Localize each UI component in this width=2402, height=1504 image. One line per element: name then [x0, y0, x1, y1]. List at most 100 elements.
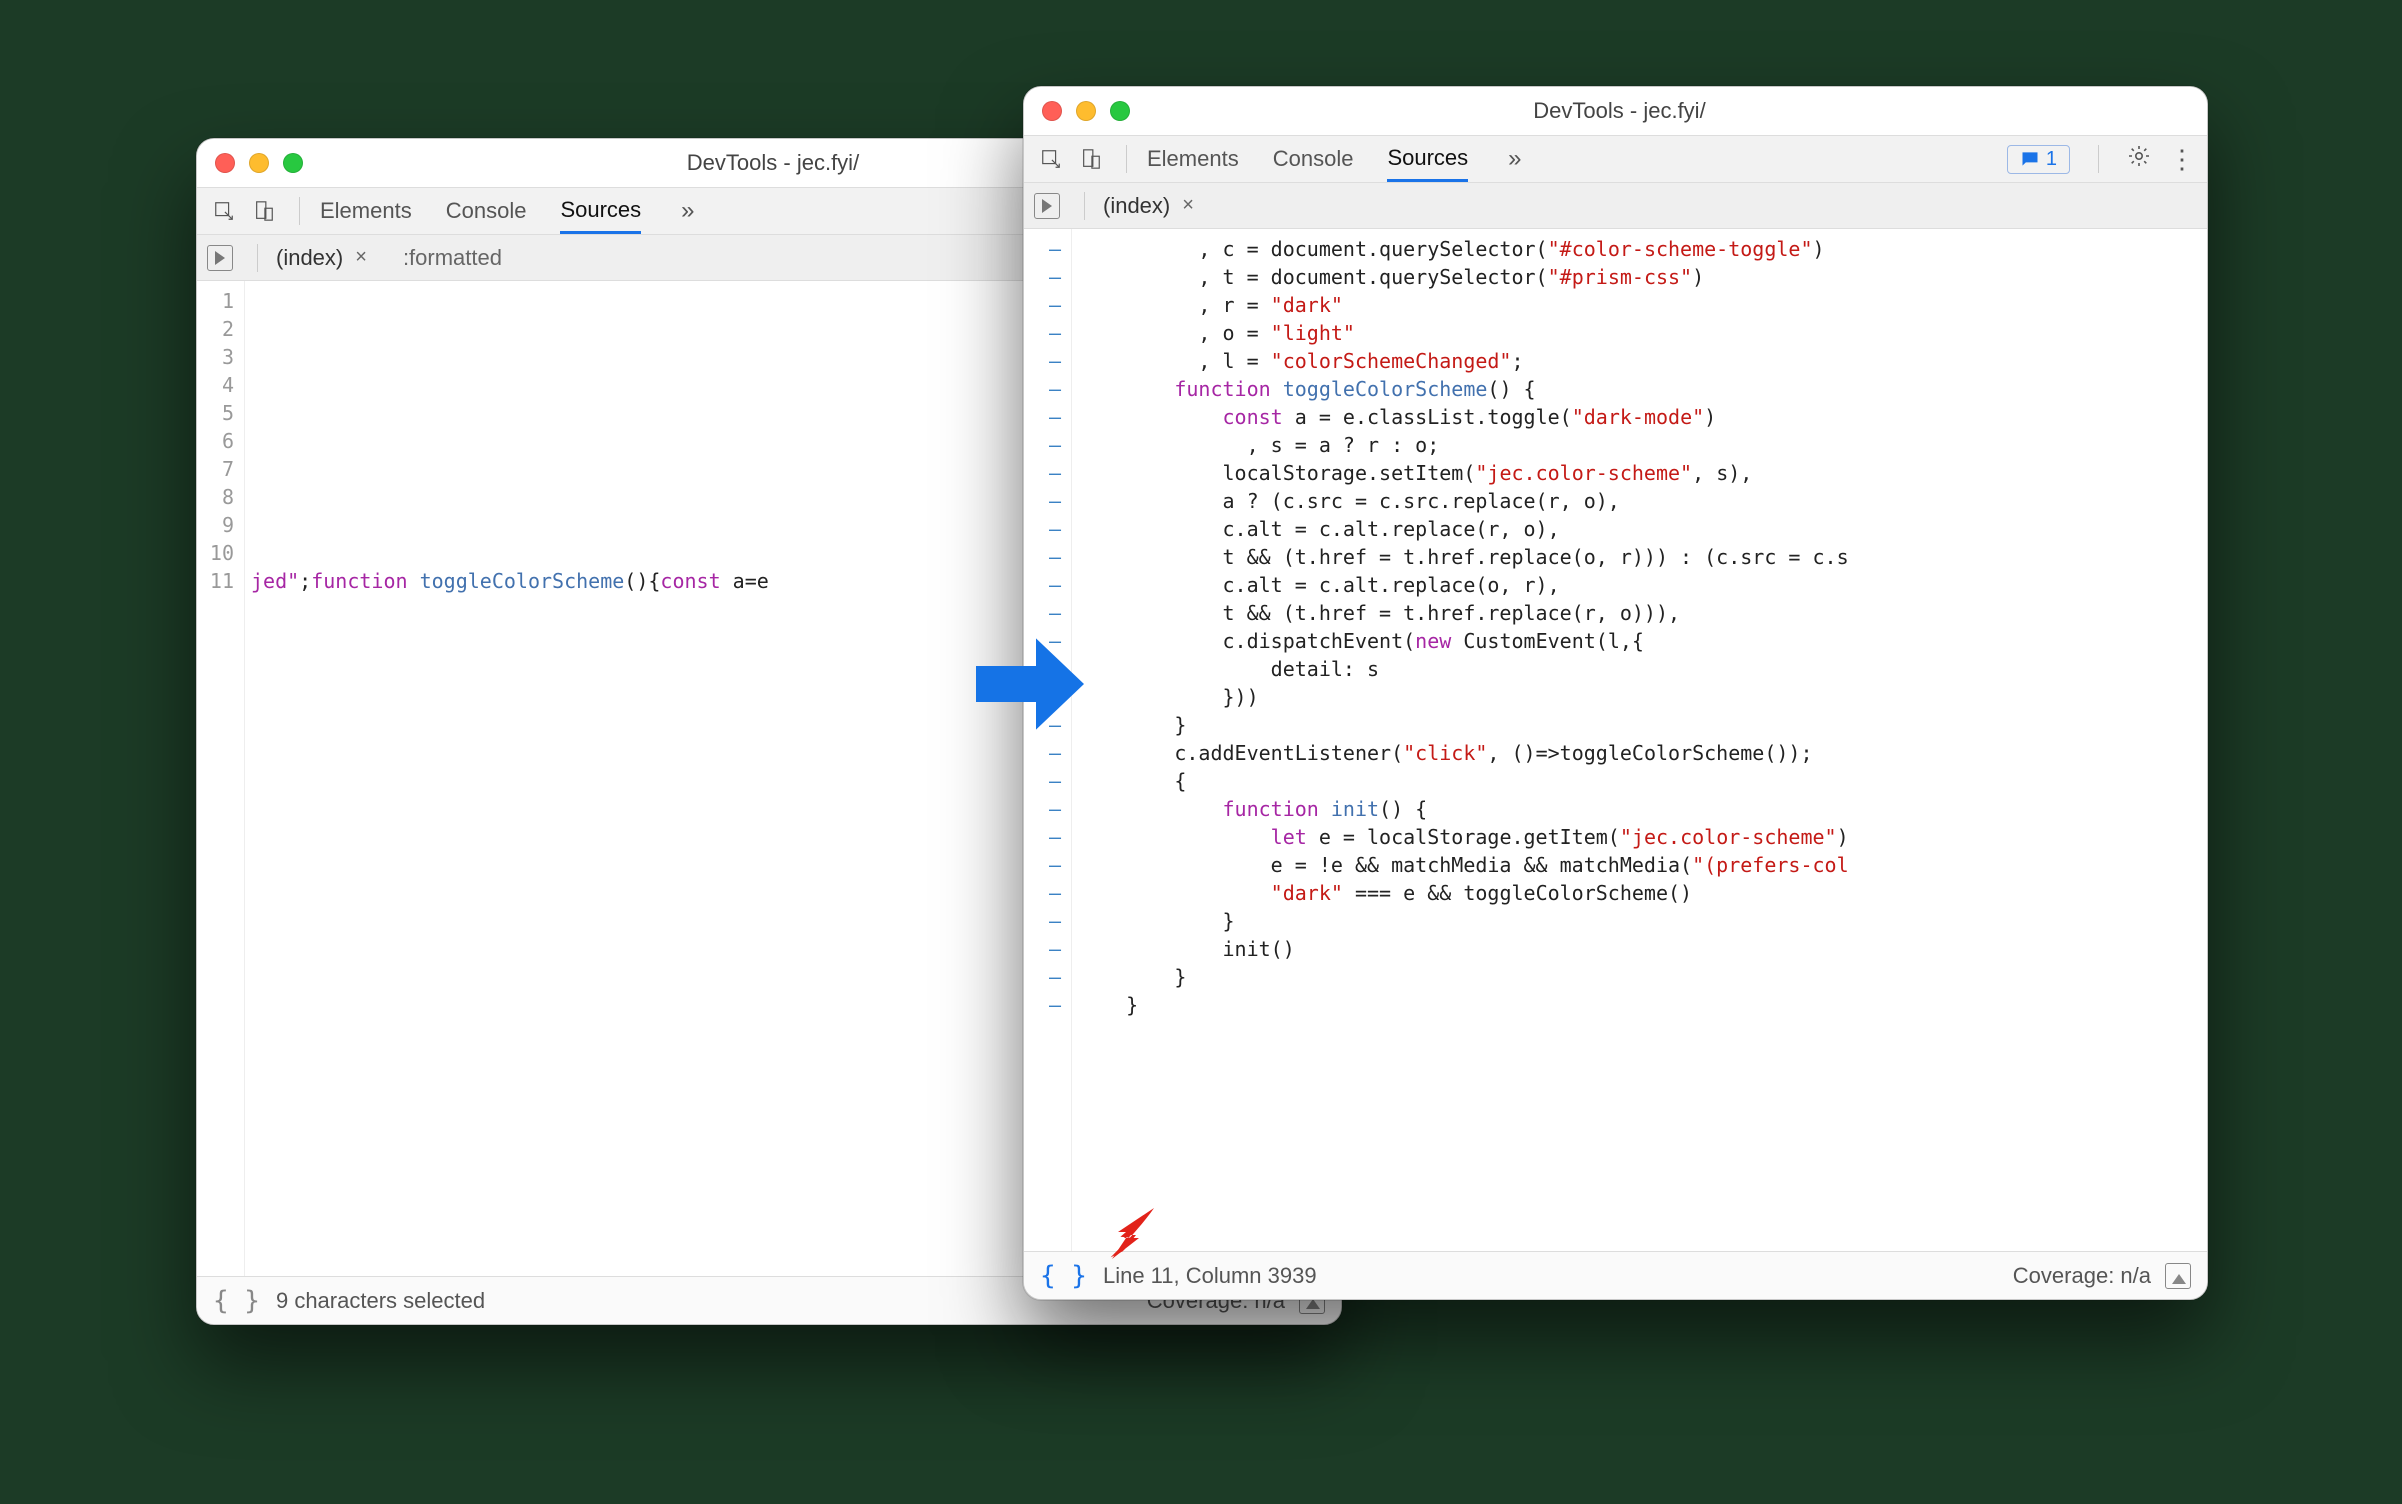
inspect-icon[interactable] [209, 196, 239, 226]
code-line: c.alt = c.alt.replace(r, o), [1078, 515, 2207, 543]
code-line: , r = "dark" [1078, 291, 2207, 319]
main-toolbar: Elements Console Sources » 1 ⋮ [1024, 135, 2207, 183]
code-line: } [1078, 991, 2207, 1019]
more-tabs-icon[interactable]: » [1502, 145, 1527, 173]
code-line: const a = e.classList.toggle("dark-mode"… [1078, 403, 2207, 431]
tab-elements[interactable]: Elements [1147, 138, 1239, 180]
code-line: e = !e && matchMedia && matchMedia("(pre… [1078, 851, 2207, 879]
line-marker: – [1034, 347, 1061, 375]
code-line: detail: s [1078, 655, 2207, 683]
tab-console[interactable]: Console [1273, 138, 1354, 180]
line-number: 8 [207, 483, 234, 511]
line-marker: – [1034, 795, 1061, 823]
close-icon[interactable] [215, 153, 235, 173]
minimize-icon[interactable] [1076, 101, 1096, 121]
code-line: })) [1078, 683, 2207, 711]
line-number: 11 [207, 567, 234, 595]
tab-sources[interactable]: Sources [560, 189, 641, 234]
inspect-icon[interactable] [1036, 144, 1066, 174]
window-title: DevTools - jec.fyi/ [1130, 98, 2109, 124]
line-marker: – [1034, 991, 1061, 1019]
line-marker: – [1034, 403, 1061, 431]
code-line: t && (t.href = t.href.replace(r, o))), [1078, 599, 2207, 627]
pretty-print-icon[interactable]: { } [1040, 1261, 1087, 1291]
kebab-menu-icon[interactable]: ⋮ [2169, 144, 2195, 175]
more-tabs-icon[interactable]: » [675, 197, 700, 225]
debugger-play-icon[interactable] [1034, 193, 1060, 219]
line-marker: – [1034, 235, 1061, 263]
line-gutter: 1234567891011 [197, 281, 245, 1276]
code-line: function init() { [1078, 795, 2207, 823]
code-line: } [1078, 963, 2207, 991]
traffic-lights [215, 153, 303, 173]
device-toggle-icon[interactable] [1076, 144, 1106, 174]
line-marker: – [1034, 459, 1061, 487]
file-tab-label: (index) [1103, 193, 1170, 219]
code-line: c.dispatchEvent(new CustomEvent(l,{ [1078, 627, 2207, 655]
file-tab-formatted[interactable]: :formatted [397, 245, 508, 271]
file-tab-index[interactable]: (index) × [1097, 193, 1204, 219]
issues-badge[interactable]: 1 [2007, 145, 2070, 174]
code-line: "dark" === e && toggleColorScheme() [1078, 879, 2207, 907]
line-marker: – [1034, 823, 1061, 851]
tab-console[interactable]: Console [446, 190, 527, 232]
code-line: localStorage.setItem("jec.color-scheme",… [1078, 459, 2207, 487]
line-marker: – [1034, 319, 1061, 347]
selection-status: 9 characters selected [276, 1288, 485, 1314]
device-toggle-icon[interactable] [249, 196, 279, 226]
code-line: , t = document.querySelector("#prism-css… [1078, 263, 2207, 291]
drawer-toggle-icon[interactable] [2165, 1263, 2191, 1289]
code-line: let e = localStorage.getItem("jec.color-… [1078, 823, 2207, 851]
statusbar: { } Line 11, Column 3939 Coverage: n/a [1024, 1251, 2207, 1299]
close-tab-icon[interactable]: × [351, 246, 371, 269]
debugger-play-icon[interactable] [207, 245, 233, 271]
line-marker: – [1034, 375, 1061, 403]
minimize-icon[interactable] [249, 153, 269, 173]
devtools-window-right: DevTools - jec.fyi/ Elements Console Sou… [1023, 86, 2208, 1300]
line-marker: – [1034, 963, 1061, 991]
titlebar: DevTools - jec.fyi/ [1024, 87, 2207, 135]
zoom-icon[interactable] [1110, 101, 1130, 121]
code-line: } [1078, 711, 2207, 739]
annotation-arrow-icon [970, 624, 1090, 744]
code-line: c.alt = c.alt.replace(o, r), [1078, 571, 2207, 599]
close-icon[interactable] [1042, 101, 1062, 121]
code-line: c.addEventListener("click", ()=>toggleCo… [1078, 739, 2207, 767]
zoom-icon[interactable] [283, 153, 303, 173]
issues-count: 1 [2046, 148, 2057, 171]
line-marker: – [1034, 291, 1061, 319]
code-editor[interactable]: –––––––––––––––––––––––––––– , c = docum… [1024, 229, 2207, 1251]
code-line: } [1078, 907, 2207, 935]
code-line: , s = a ? r : o; [1078, 431, 2207, 459]
line-number: 7 [207, 455, 234, 483]
tab-elements[interactable]: Elements [320, 190, 412, 232]
tab-sources[interactable]: Sources [1387, 137, 1468, 182]
code-line: function toggleColorScheme() { [1078, 375, 2207, 403]
file-tab-label: (index) [276, 245, 343, 271]
code-line: init() [1078, 935, 2207, 963]
line-number: 2 [207, 315, 234, 343]
code-line: { [1078, 767, 2207, 795]
pretty-print-icon[interactable]: { } [213, 1286, 260, 1316]
line-number: 6 [207, 427, 234, 455]
annotation-arrow-icon [1106, 1202, 1166, 1262]
code-line: , l = "colorSchemeChanged"; [1078, 347, 2207, 375]
coverage-status: Coverage: n/a [2013, 1263, 2151, 1289]
line-marker: – [1034, 571, 1061, 599]
line-marker: – [1034, 515, 1061, 543]
line-marker: – [1034, 879, 1061, 907]
line-marker: – [1034, 431, 1061, 459]
line-marker: – [1034, 487, 1061, 515]
file-tab-index[interactable]: (index) × [270, 245, 377, 271]
code-line: t && (t.href = t.href.replace(o, r))) : … [1078, 543, 2207, 571]
code-line: , o = "light" [1078, 319, 2207, 347]
line-number: 9 [207, 511, 234, 539]
line-marker: – [1034, 599, 1061, 627]
close-tab-icon[interactable]: × [1178, 194, 1198, 217]
line-number: 5 [207, 399, 234, 427]
settings-icon[interactable] [2127, 144, 2151, 175]
line-marker: – [1034, 543, 1061, 571]
line-marker: – [1034, 767, 1061, 795]
cursor-status: Line 11, Column 3939 [1103, 1263, 1317, 1289]
code-area[interactable]: , c = document.querySelector("#color-sch… [1072, 229, 2207, 1251]
